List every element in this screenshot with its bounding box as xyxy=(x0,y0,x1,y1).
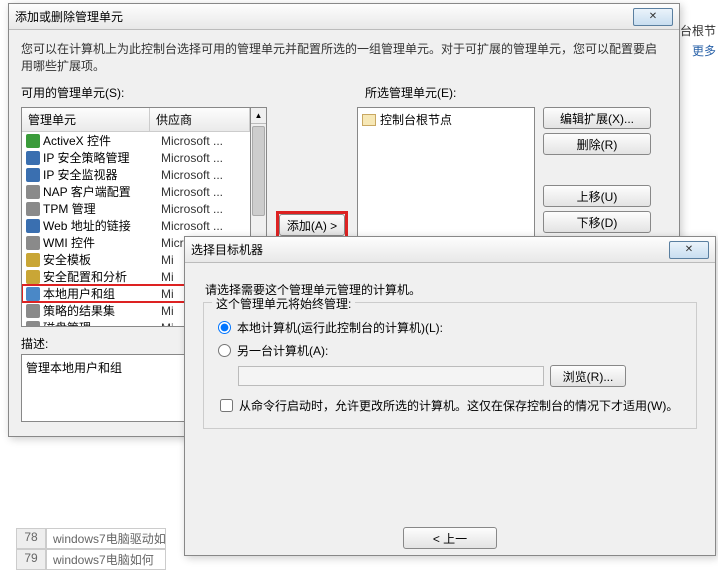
row-num: 78 xyxy=(16,528,46,549)
bg-row-list: 78windows7电脑驱动如何 79windows7电脑如何 xyxy=(16,528,166,570)
item-vendor: Microsoft ... xyxy=(161,134,246,148)
col-name[interactable]: 管理单元 xyxy=(22,108,150,131)
titlebar: 选择目标机器 ✕ xyxy=(185,237,715,263)
allow-change-checkbox[interactable] xyxy=(220,399,233,412)
item-name: TPM 管理 xyxy=(43,200,161,217)
row-text: windows7电脑如何 xyxy=(46,549,166,570)
item-vendor: Microsoft ... xyxy=(161,202,246,216)
previous-button[interactable]: < 上一 xyxy=(403,527,497,549)
item-vendor: Microsoft ... xyxy=(161,219,246,233)
item-icon xyxy=(26,270,40,284)
selected-label: 所选管理单元(E): xyxy=(353,82,468,103)
add-button-highlight: 添加(A) > xyxy=(276,211,348,239)
item-name: Web 地址的链接 xyxy=(43,217,161,234)
target-groupbox: 这个管理单元将始终管理: 本地计算机(运行此控制台的计算机)(L): 另一台计算… xyxy=(203,302,697,429)
item-icon xyxy=(26,304,40,318)
item-icon xyxy=(26,185,40,199)
remove-button[interactable]: 删除(R) xyxy=(543,133,651,155)
col-vendor[interactable]: 供应商 xyxy=(150,108,250,131)
add-button[interactable]: 添加(A) > xyxy=(279,214,345,236)
checkbox-label: 从命令行启动时，允许更改所选的计算机。这仅在保存控制台的情况下才适用(W)。 xyxy=(239,397,678,414)
console-root-node[interactable]: 控制台根节点 xyxy=(358,108,534,131)
item-icon xyxy=(26,287,40,301)
list-item[interactable]: ActiveX 控件Microsoft ... xyxy=(22,132,250,149)
root-label: 控制台根节点 xyxy=(380,111,452,128)
item-name: 安全配置和分析 xyxy=(43,268,161,285)
item-name: ActiveX 控件 xyxy=(43,132,161,149)
list-header: 管理单元 供应商 xyxy=(22,108,250,132)
item-name: 本地用户和组 xyxy=(43,285,161,302)
close-button[interactable]: ✕ xyxy=(633,8,673,26)
item-name: 安全模板 xyxy=(43,251,161,268)
item-icon xyxy=(26,168,40,182)
edit-extension-button[interactable]: 编辑扩展(X)... xyxy=(543,107,651,129)
list-item[interactable]: Web 地址的链接Microsoft ... xyxy=(22,217,250,234)
select-target-machine-dialog: 选择目标机器 ✕ 请选择需要这个管理单元管理的计算机。 这个管理单元将始终管理:… xyxy=(184,236,716,556)
list-item[interactable]: TPM 管理Microsoft ... xyxy=(22,200,250,217)
radio-other[interactable] xyxy=(218,344,231,357)
radio-local-label: 本地计算机(运行此控制台的计算机)(L): xyxy=(237,319,443,336)
list-item[interactable]: IP 安全监视器Microsoft ... xyxy=(22,166,250,183)
dialog-title: 添加或删除管理单元 xyxy=(15,8,123,25)
move-up-button[interactable]: 上移(U) xyxy=(543,185,651,207)
folder-icon xyxy=(362,114,376,126)
group-label: 这个管理单元将始终管理: xyxy=(212,295,355,312)
row-num: 79 xyxy=(16,549,46,570)
item-icon xyxy=(26,219,40,233)
browse-button[interactable]: 浏览(R)... xyxy=(550,365,626,387)
item-vendor: Microsoft ... xyxy=(161,151,246,165)
item-vendor: Microsoft ... xyxy=(161,168,246,182)
item-vendor: Microsoft ... xyxy=(161,185,246,199)
item-name: NAP 客户端配置 xyxy=(43,183,161,200)
item-icon xyxy=(26,253,40,267)
radio-local[interactable] xyxy=(218,321,231,334)
bg-more-link[interactable]: 更多 xyxy=(692,42,716,59)
close-button[interactable]: ✕ xyxy=(669,241,709,259)
other-computer-input[interactable] xyxy=(238,366,544,386)
item-icon xyxy=(26,236,40,250)
radio-other-label: 另一台计算机(A): xyxy=(237,342,328,359)
item-name: 磁盘管理 xyxy=(43,319,161,327)
list-item[interactable]: NAP 客户端配置Microsoft ... xyxy=(22,183,250,200)
item-icon xyxy=(26,151,40,165)
item-icon xyxy=(26,321,40,328)
titlebar: 添加或删除管理单元 ✕ xyxy=(9,4,679,30)
item-name: IP 安全策略管理 xyxy=(43,149,161,166)
item-name: IP 安全监视器 xyxy=(43,166,161,183)
item-name: 策略的结果集 xyxy=(43,302,161,319)
scroll-up-icon[interactable]: ▲ xyxy=(251,108,266,124)
move-down-button[interactable]: 下移(D) xyxy=(543,211,651,233)
available-label: 可用的管理单元(S): xyxy=(9,82,279,103)
item-name: WMI 控件 xyxy=(43,234,161,251)
dialog-description: 您可以在计算机上为此控制台选择可用的管理单元并配置所选的一组管理单元。对于可扩展… xyxy=(9,30,679,82)
list-item[interactable]: IP 安全策略管理Microsoft ... xyxy=(22,149,250,166)
item-icon xyxy=(26,202,40,216)
row-text: windows7电脑驱动如何 xyxy=(46,528,166,549)
item-icon xyxy=(26,134,40,148)
scroll-thumb[interactable] xyxy=(252,126,265,216)
dialog-title: 选择目标机器 xyxy=(191,241,263,258)
